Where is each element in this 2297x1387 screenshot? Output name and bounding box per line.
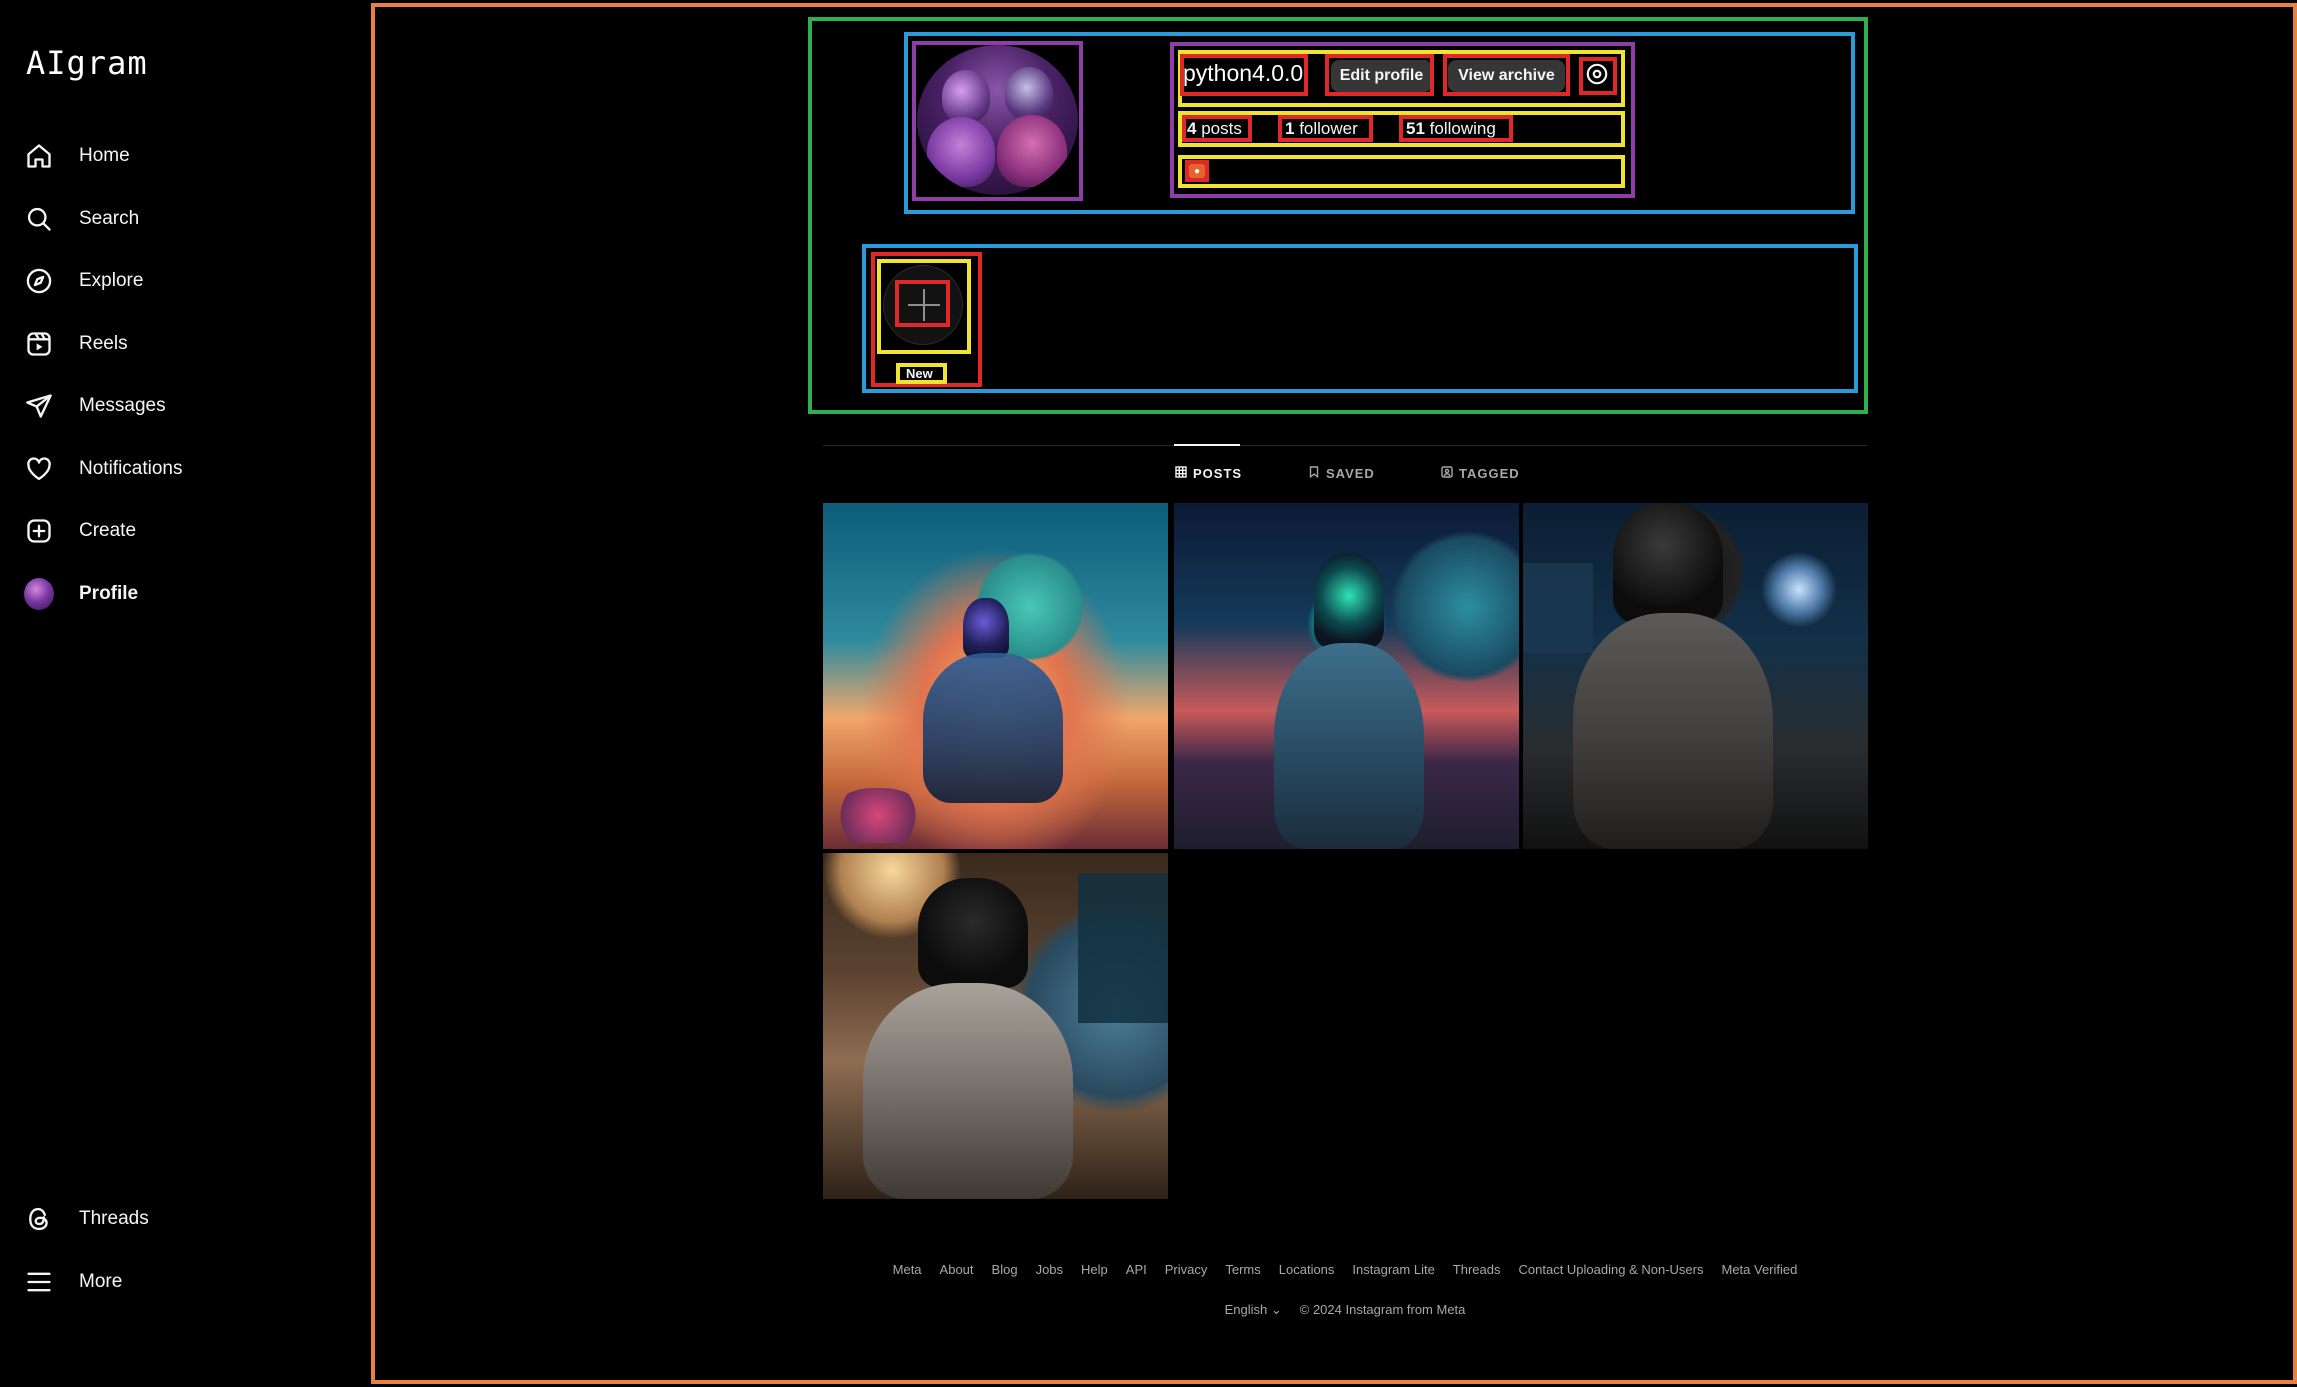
- tab-tagged[interactable]: TAGGED: [1441, 466, 1520, 481]
- settings-button[interactable]: [1582, 61, 1612, 91]
- sidebar-item-explore[interactable]: Explore: [24, 255, 354, 307]
- footer-link[interactable]: Help: [1081, 1262, 1108, 1277]
- bookmark-icon: [1308, 466, 1326, 481]
- sidebar-item-label: Reels: [79, 333, 128, 354]
- footer-link[interactable]: API: [1126, 1262, 1147, 1277]
- new-highlight-label: New: [906, 366, 933, 381]
- profile-photo[interactable]: [917, 45, 1078, 195]
- bio-emoji-icon: ●: [1189, 163, 1205, 179]
- sidebar-item-create[interactable]: Create: [24, 505, 354, 557]
- sidebar-item-threads[interactable]: Threads: [24, 1193, 354, 1245]
- sidebar-item-label: Notifications: [79, 458, 183, 479]
- footer-link[interactable]: Meta: [893, 1262, 922, 1277]
- sidebar-item-label: Create: [79, 520, 137, 541]
- post-thumbnail[interactable]: [1523, 503, 1868, 849]
- footer-link[interactable]: Contact Uploading & Non-Users: [1519, 1262, 1704, 1277]
- footer-link[interactable]: Meta Verified: [1721, 1262, 1797, 1277]
- overlay-box: [1178, 111, 1625, 147]
- language-select[interactable]: English ⌄: [1225, 1302, 1282, 1318]
- compass-icon: [24, 266, 54, 296]
- overlay-box: [1178, 155, 1625, 188]
- view-archive-button[interactable]: View archive: [1448, 60, 1565, 92]
- grid-icon: [1175, 466, 1193, 481]
- sidebar-item-more[interactable]: More: [24, 1256, 354, 1308]
- threads-icon: [24, 1204, 54, 1234]
- footer-link[interactable]: Blog: [992, 1262, 1018, 1277]
- posts-count: 4 posts: [1187, 119, 1242, 138]
- search-icon: [24, 204, 54, 234]
- sidebar-item-notifications[interactable]: Notifications: [24, 443, 354, 495]
- heart-icon: [24, 454, 54, 484]
- chevron-down-icon: ⌄: [1270, 1302, 1282, 1317]
- sidebar-item-label: Home: [79, 145, 130, 166]
- footer-link[interactable]: Instagram Lite: [1352, 1262, 1434, 1277]
- tab-posts[interactable]: POSTS: [1175, 466, 1242, 481]
- footer-link[interactable]: Locations: [1279, 1262, 1335, 1277]
- sidebar-item-home[interactable]: Home: [24, 130, 354, 182]
- tab-saved[interactable]: SAVED: [1308, 466, 1375, 481]
- copyright: © 2024 Instagram from Meta: [1299, 1302, 1466, 1317]
- overlay-box: [862, 244, 1858, 393]
- sidebar-item-label: More: [79, 1271, 123, 1292]
- reels-icon: [24, 329, 54, 359]
- menu-icon: [24, 1267, 54, 1297]
- plus-square-icon: [24, 516, 54, 546]
- footer-link[interactable]: Terms: [1225, 1262, 1260, 1277]
- post-thumbnail[interactable]: [823, 503, 1168, 849]
- sidebar-item-label: Messages: [79, 395, 166, 416]
- sidebar-item-label: Profile: [79, 583, 139, 604]
- sidebar-item-profile[interactable]: Profile: [24, 568, 354, 620]
- profile-username: python4.0.0: [1183, 60, 1304, 86]
- sidebar-item-label: Search: [79, 208, 140, 229]
- sidebar-item-search[interactable]: Search: [24, 193, 354, 245]
- footer-link[interactable]: Threads: [1453, 1262, 1501, 1277]
- post-thumbnail[interactable]: [1174, 503, 1519, 849]
- footer-link[interactable]: Jobs: [1036, 1262, 1063, 1277]
- sidebar-item-label: Threads: [79, 1208, 149, 1229]
- sidebar-item-reels[interactable]: Reels: [24, 318, 354, 370]
- footer-link[interactable]: Privacy: [1165, 1262, 1208, 1277]
- active-tab-indicator: [1174, 444, 1240, 446]
- footer-links: Meta About Blog Jobs Help API Privacy Te…: [823, 1262, 1867, 1277]
- home-icon: [24, 141, 54, 171]
- footer-link[interactable]: About: [940, 1262, 974, 1277]
- post-thumbnail[interactable]: [823, 853, 1168, 1199]
- sidebar-item-label: Explore: [79, 270, 144, 291]
- plus-icon: [897, 282, 951, 328]
- edit-profile-button[interactable]: Edit profile: [1331, 60, 1432, 92]
- footer-bottom: English ⌄ © 2024 Instagram from Meta: [823, 1302, 1867, 1318]
- avatar: [24, 578, 54, 610]
- tag-icon: [1441, 466, 1459, 481]
- send-icon: [24, 391, 54, 421]
- sidebar-item-messages[interactable]: Messages: [24, 380, 354, 432]
- sidebar: AIgram Home Search Explore Reels Message…: [0, 0, 372, 1387]
- following-count[interactable]: 51 following: [1406, 119, 1496, 139]
- followers-count[interactable]: 1 follower: [1285, 119, 1358, 139]
- gear-icon: [1584, 61, 1610, 92]
- app-logo[interactable]: AIgram: [26, 44, 148, 82]
- tab-divider: [823, 445, 1867, 446]
